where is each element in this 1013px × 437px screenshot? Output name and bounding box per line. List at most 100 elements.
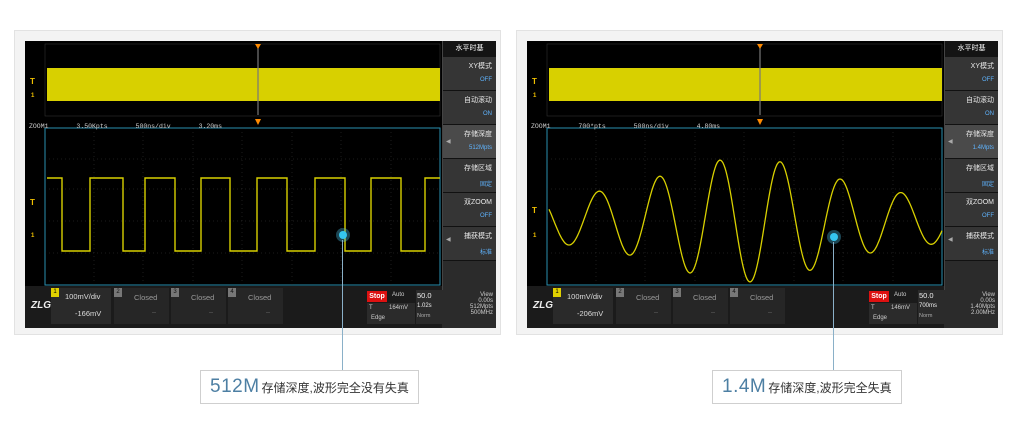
channel-2-box[interactable]: 2 Closed -- <box>114 288 169 324</box>
timebase-box[interactable]: 50.0 700ms Norm <box>918 290 944 324</box>
channel-1-badge: 1 <box>51 288 59 297</box>
channel-3-status: Closed <box>191 293 215 302</box>
menu-item-label: XY模式 <box>468 63 492 70</box>
menu-item-capture-mode[interactable]: ◀ 捕获模式 标准 <box>443 227 496 261</box>
status-bar: ZLG 1 100mV/div -166mV 2 Closed -- 3 Clo… <box>25 286 442 328</box>
channel-3-badge: 3 <box>673 288 681 297</box>
channel-2-dash: -- <box>152 310 156 316</box>
zoom-pos: 4.80ms <box>696 123 721 130</box>
trigger-level: 164mV <box>389 305 409 311</box>
channel-3-dash: -- <box>209 310 213 316</box>
menu-item-value: 1.4Mpts <box>972 145 994 151</box>
menu-item-memory-region[interactable]: 存储区域 固定 <box>945 159 998 193</box>
channel-2-dash: -- <box>654 310 658 316</box>
menu-item-memory-region[interactable]: 存储区域 固定 <box>443 159 496 193</box>
menu-item-value: OFF <box>982 77 994 83</box>
channel-3-status: Closed <box>693 293 717 302</box>
zlg-logo: ZLG <box>31 300 51 311</box>
trigger-t: T <box>369 305 373 311</box>
acq-mode: Norm <box>417 313 431 319</box>
channel-1-box[interactable]: 1 100mV/div -166mV <box>51 288 111 324</box>
view-label: View <box>982 292 995 298</box>
menu-item-dual-zoom[interactable]: 双ZOOM OFF <box>443 193 496 227</box>
status-bar: ZLG 1 100mV/div -206mV 2 Closed -- 3 Clo… <box>527 286 944 328</box>
stop-button[interactable]: Stop <box>869 291 889 302</box>
trigger-type: Edge <box>873 315 888 321</box>
channel-2-status: Closed <box>636 293 660 302</box>
zoom-tdiv: 500ns/div <box>633 123 669 130</box>
trigger-mode: Auto <box>392 292 405 298</box>
trigger-marker-zoom: T <box>30 198 35 207</box>
channel-2-box[interactable]: 2 Closed -- <box>616 288 671 324</box>
trigger-level: 146mV <box>891 305 911 311</box>
trigger-type: Edge <box>371 315 386 321</box>
channel-1-box[interactable]: 1 100mV/div -206mV <box>553 288 613 324</box>
view-box: View 0.00s 512Mpts 500MHz <box>442 290 496 328</box>
menu-item-label: 双ZOOM <box>464 199 492 206</box>
menu-item-label: 存储区域 <box>966 165 994 172</box>
trigger-marker: T <box>532 77 537 86</box>
zoom-label: ZOOM1 <box>531 123 551 130</box>
menu-item-value: OFF <box>480 213 492 219</box>
channel-1-scale: 100mV/div <box>567 292 603 301</box>
menu-item-label: 捕获模式 <box>966 233 994 240</box>
chevron-left-icon: ◀ <box>446 237 451 243</box>
channel-3-box[interactable]: 3 Closed -- <box>171 288 226 324</box>
menu-item-xy-mode[interactable]: XY模式 OFF <box>945 57 998 91</box>
sample-rate: 2.00MHz <box>970 310 995 316</box>
menu-item-dual-zoom[interactable]: 双ZOOM OFF <box>945 193 998 227</box>
callout-left-text: 存储深度,波形完全没有失真 <box>261 380 409 395</box>
timebase-value: 50.0 <box>417 291 432 300</box>
callout-connector-right <box>833 242 834 370</box>
trigger-box[interactable]: T 146mV Edge <box>869 303 917 324</box>
menu-item-auto-scroll[interactable]: 自动滚动 ON <box>945 91 998 125</box>
menu-item-label: 捕获模式 <box>464 233 492 240</box>
channel-3-box[interactable]: 3 Closed -- <box>673 288 728 324</box>
trigger-marker-zoom: T <box>532 206 537 215</box>
trigger-box[interactable]: T 164mV Edge <box>367 303 415 324</box>
zoom-pts: 3.50Kpts <box>76 123 108 130</box>
menu-item-value: 标准 <box>479 250 492 256</box>
channel-4-box[interactable]: 4 Closed -- <box>730 288 785 324</box>
overview-waveform <box>44 43 441 286</box>
channel-3-dash: -- <box>711 310 715 316</box>
scope-panel-right: ZOOM1 700*pts 500ns/div 4.80ms T 1 T 1 水… <box>516 30 1003 335</box>
scope-screen: ZOOM1 700*pts 500ns/div 4.80ms T 1 T 1 水… <box>527 41 998 328</box>
view-label: View <box>480 292 493 298</box>
menu-item-xy-mode[interactable]: XY模式 OFF <box>443 57 496 91</box>
channel-4-badge: 4 <box>228 288 236 297</box>
channel-3-badge: 3 <box>171 288 179 297</box>
overview-waveform <box>546 43 943 286</box>
horizontal-timebase-menu: 水平时基 XY模式 OFF 自动滚动 ON ◀ 存储深度 1.4Mpts 存储区… <box>944 41 998 328</box>
menu-item-memory-depth[interactable]: ◀ 存储深度 512Mpts <box>443 125 496 159</box>
callout-left: 512M 存储深度,波形完全没有失真 <box>200 370 419 404</box>
menu-item-auto-scroll[interactable]: 自动滚动 ON <box>443 91 496 125</box>
zoom-info-bar: ZOOM1 700*pts 500ns/div 4.80ms <box>531 123 744 130</box>
channel-1-badge: 1 <box>553 288 561 297</box>
channel-4-dash: -- <box>266 310 270 316</box>
menu-item-label: 自动滚动 <box>966 97 994 104</box>
time-per-div: 700ms <box>919 303 938 309</box>
channel-1-offset: -166mV <box>75 309 102 318</box>
trigger-mode: Auto <box>894 292 907 298</box>
channel-1-scale: 100mV/div <box>65 292 101 301</box>
channel-2-status: Closed <box>134 293 158 302</box>
callout-connector-left <box>342 240 343 370</box>
menu-item-memory-depth[interactable]: ◀ 存储深度 1.4Mpts <box>945 125 998 159</box>
stop-button[interactable]: Stop <box>367 291 387 302</box>
callout-left-depth: 512M <box>210 376 260 397</box>
channel-4-dash: -- <box>768 310 772 316</box>
zoom-label: ZOOM1 <box>29 123 49 130</box>
timebase-box[interactable]: 50.0 1.02s Norm <box>416 290 442 324</box>
menu-item-label: 双ZOOM <box>966 199 994 206</box>
channel-4-status: Closed <box>750 293 774 302</box>
channel-4-box[interactable]: 4 Closed -- <box>228 288 283 324</box>
menu-item-value: ON <box>483 111 492 117</box>
menu-item-capture-mode[interactable]: ◀ 捕获模式 标准 <box>945 227 998 261</box>
menu-item-value: OFF <box>480 77 492 83</box>
menu-item-label: XY模式 <box>970 63 994 70</box>
horizontal-timebase-menu: 水平时基 XY模式 OFF 自动滚动 ON ◀ 存储深度 512Mpts 存储区… <box>442 41 496 328</box>
zoom-tdiv: 500ns/div <box>135 123 171 130</box>
view-box: View 0.00s 1.40Mpts 2.00MHz <box>944 290 998 328</box>
time-per-div: 1.02s <box>417 303 432 309</box>
